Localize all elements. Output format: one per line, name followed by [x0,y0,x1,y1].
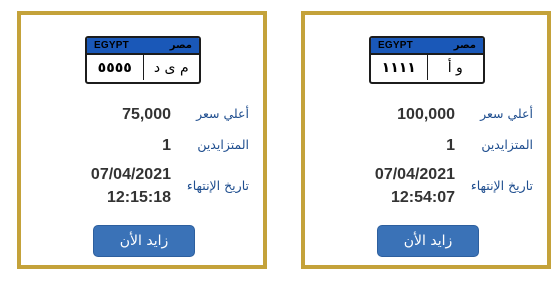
plate-letters: م ى د [153,59,189,76]
end-date-label: تاريخ الإنتهاء [186,178,249,193]
bidders-label: المتزايدين [197,137,249,152]
end-time-value: 12:15:18 [106,189,171,206]
highest-price-label: أعلي سعر [196,106,249,121]
plate-country-ar: مصر [169,40,192,51]
end-time-value: 12:54:07 [390,189,455,206]
plate-numbers: ٥٥٥٥ [87,55,144,80]
plate-country-en: EGYPT [378,40,413,51]
bidders-count: 1 [162,137,171,154]
bid-now-button[interactable]: زايد الأن [93,225,195,257]
bid-now-button[interactable]: زايد الأن [377,225,479,257]
highest-price-value: 100,000 [397,106,455,123]
end-date-value: 07/04/2021 [374,166,455,183]
license-plate: EGYPT مصر ٥٥٥٥ م ى د [85,36,201,84]
plate-numbers: ١١١١ [371,55,428,80]
end-date-value: 07/04/2021 [90,166,171,183]
highest-price-value: 75,000 [122,106,171,123]
bidders-label: المتزايدين [481,137,533,152]
license-plate: EGYPT مصر ١١١١ و أ [369,36,485,84]
plate-country-en: EGYPT [94,40,129,51]
plate-header: EGYPT مصر [87,38,199,55]
plate-country-ar: مصر [453,40,476,51]
plate-body: ٥٥٥٥ م ى د [87,55,199,80]
plate-header: EGYPT مصر [371,38,483,55]
highest-price-label: أعلي سعر [480,106,533,121]
plate-letters: و أ [447,59,463,76]
auction-card: EGYPT مصر ١١١١ و أ أعلي سعر 100,000 المت… [301,11,551,269]
bidders-count: 1 [446,137,455,154]
auction-card: EGYPT مصر ٥٥٥٥ م ى د أعلي سعر 75,000 الم… [17,11,267,269]
plate-body: ١١١١ و أ [371,55,483,80]
end-date-label: تاريخ الإنتهاء [470,178,533,193]
